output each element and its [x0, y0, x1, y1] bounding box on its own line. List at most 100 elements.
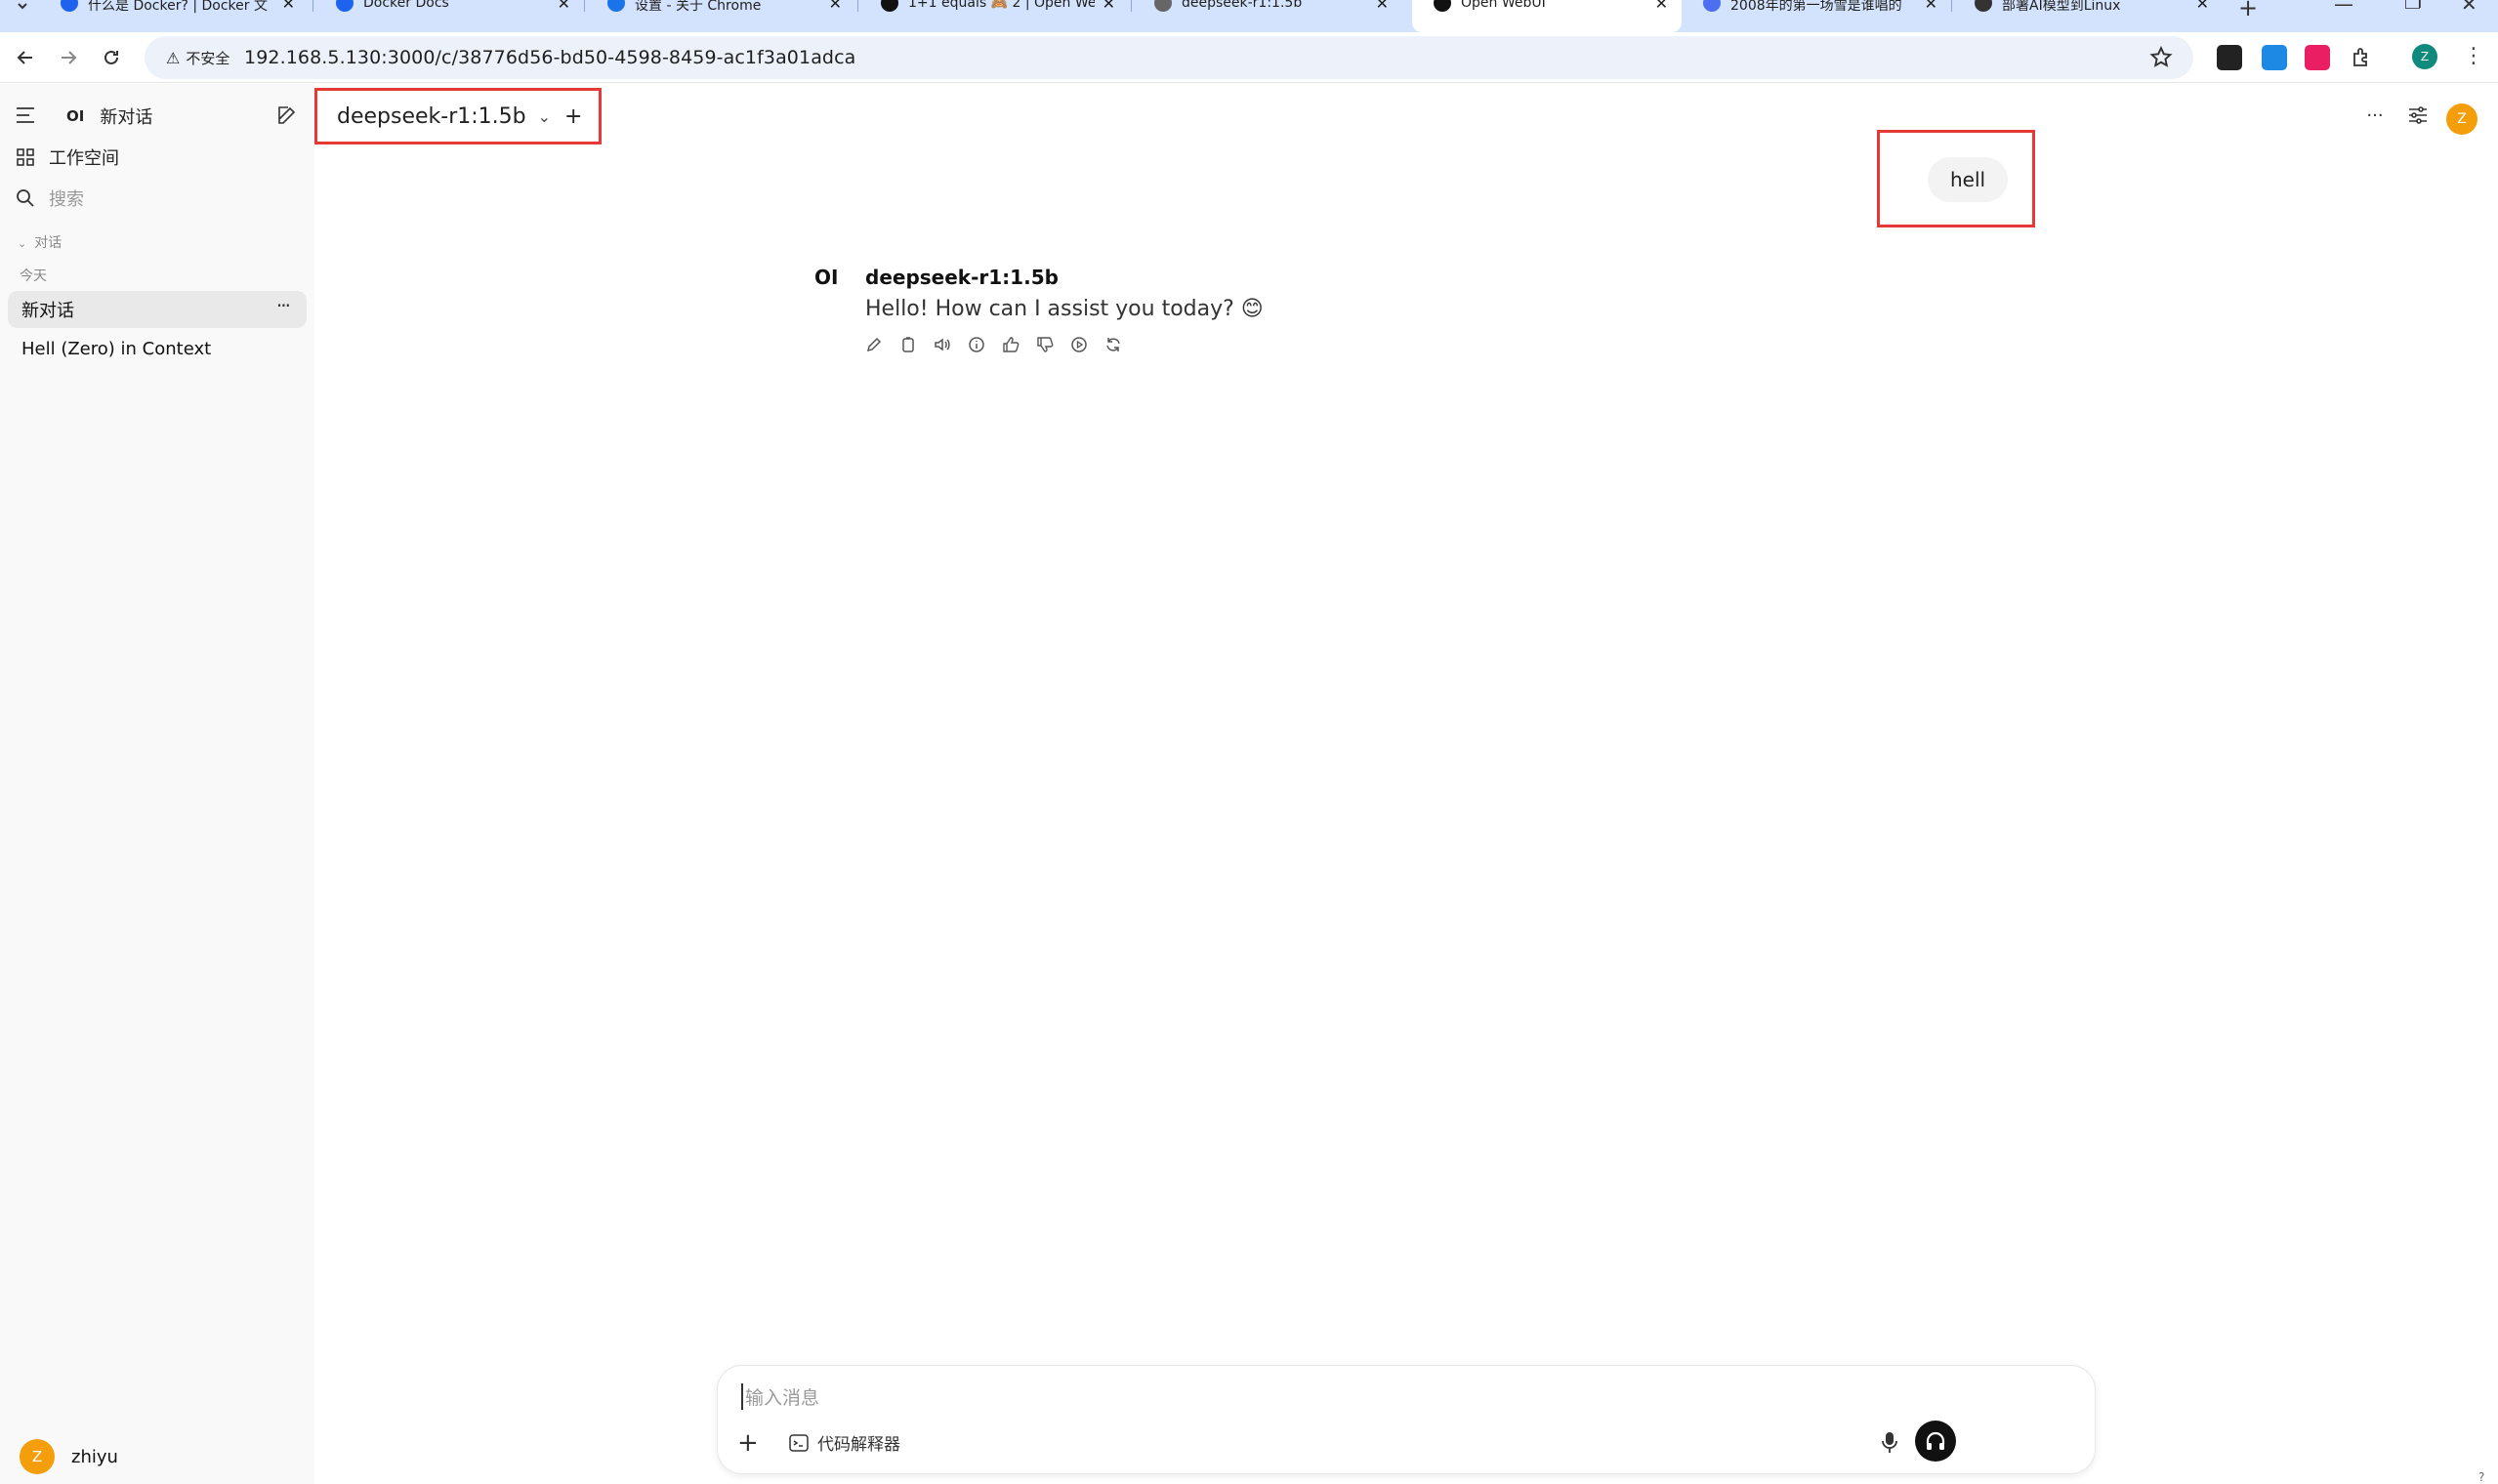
warning-triangle-icon: ⚠: [166, 48, 181, 67]
microphone-icon[interactable]: [1876, 1428, 1903, 1456]
tab-separator: [857, 0, 858, 12]
browser-tab[interactable]: 1+1 equals 🙈 2 | Open We ✕: [859, 0, 1129, 32]
browser-tab[interactable]: 2008年的第一场雪是谁唱的 ✕: [1682, 0, 1951, 32]
chevron-down-icon: ⌄: [537, 106, 552, 126]
chat-item-new[interactable]: 新对话 ···: [8, 291, 307, 328]
browser-tab[interactable]: Docker Docs ✕: [314, 0, 584, 32]
headphones-icon: [1926, 1431, 1945, 1450]
reload-button[interactable]: [98, 44, 125, 71]
search-placeholder: 搜索: [49, 189, 84, 210]
tab-search-button[interactable]: [6, 0, 39, 21]
tab-title: 什么是 Docker? | Docker 文: [88, 0, 268, 14]
address-bar[interactable]: ⚠ 不安全 192.168.5.130:3000/c/38776d56-bd50…: [145, 36, 2193, 79]
copy-icon[interactable]: [899, 332, 934, 357]
sidebar-workspace[interactable]: 工作空间: [16, 144, 119, 170]
user-name: zhiyu: [71, 1446, 118, 1467]
tab-close-icon[interactable]: ✕: [1655, 0, 1668, 13]
arrow-left-icon: [17, 51, 32, 64]
help-icon[interactable]: ?: [2478, 1470, 2484, 1484]
extension-icon-2[interactable]: [2262, 45, 2287, 70]
tab-close-icon[interactable]: ✕: [1925, 0, 1937, 13]
maximize-icon[interactable]: ❐: [2404, 0, 2422, 14]
browser-tab-strip: 什么是 Docker? | Docker 文 ✕ Docker Docs ✕ 设置 - …: [0, 0, 2498, 32]
tab-close-icon[interactable]: ✕: [1103, 0, 1115, 13]
chat-options-icon[interactable]: ···: [276, 294, 291, 317]
header-user-avatar[interactable]: Z: [2446, 103, 2477, 135]
new-tab-button[interactable]: +: [2238, 0, 2258, 21]
minimize-icon[interactable]: —: [2334, 0, 2353, 16]
browser-profile-avatar[interactable]: Z: [2412, 44, 2437, 69]
chat-item-hell[interactable]: Hell (Zero) in Context: [8, 330, 307, 367]
new-chat-pencil-icon[interactable]: [275, 103, 299, 127]
tab-title: 设置 - 关于 Chrome: [635, 0, 762, 14]
forward-button[interactable]: [55, 44, 82, 71]
message-actions: [865, 332, 1139, 357]
chevron-down-icon: ⌄: [18, 237, 27, 250]
browser-tab[interactable]: 部署AI模型到Linux ✕: [1953, 0, 2223, 32]
read-aloud-icon[interactable]: [934, 332, 968, 357]
assistant-logo: OI: [814, 266, 839, 289]
tab-close-icon[interactable]: ✕: [829, 0, 842, 13]
reload-icon: [104, 50, 118, 64]
tab-close-icon[interactable]: ✕: [282, 0, 295, 13]
tab-close-icon[interactable]: ✕: [558, 0, 570, 13]
browser-tab[interactable]: Open WebUI ✕: [1412, 0, 1682, 32]
extension-icon-3[interactable]: [2305, 45, 2330, 70]
user-message-bubble: hell: [1928, 157, 2009, 202]
chat-main: deepseek-r1:1.5b ⌄ + ··· Z hell OI deeps…: [314, 84, 2498, 1484]
assistant-name: deepseek-r1:1.5b: [865, 266, 1059, 289]
message-composer: 输入消息 + 代码解释器: [717, 1365, 2096, 1474]
grid-icon: [17, 148, 34, 166]
browser-tab[interactable]: deepseek-r1:1.5b ✕: [1133, 0, 1402, 32]
tab-title: 2008年的第一场雪是谁唱的: [1730, 0, 1902, 14]
extension-icon-1[interactable]: [2217, 45, 2242, 70]
tab-close-icon[interactable]: ✕: [1376, 0, 1389, 13]
browser-tab[interactable]: 什么是 Docker? | Docker 文 ✕: [39, 0, 309, 32]
add-model-button[interactable]: +: [564, 104, 582, 129]
open-webui-app: OI 新对话 工作空间 搜索 ⌄ 对话 今天 新对话 ··· Hell (Zero…: [0, 84, 2498, 1484]
sidebar-toggle-icon[interactable]: [16, 106, 35, 124]
browser-menu-icon[interactable]: ⋮: [2463, 44, 2484, 69]
tab-title: 1+1 equals 🙈 2 | Open We: [908, 0, 1095, 11]
controls-sliders-icon[interactable]: [2404, 102, 2432, 129]
edit-icon[interactable]: [865, 332, 899, 357]
arrow-right-icon: [62, 51, 77, 64]
sidebar-search[interactable]: 搜索: [16, 186, 84, 211]
attach-plus-button[interactable]: +: [737, 1428, 759, 1458]
bookmark-star-icon[interactable]: [2148, 45, 2174, 70]
tab-separator: [1131, 0, 1132, 12]
sidebar-toggle-row: OI 新对话: [16, 103, 152, 129]
chat-item-label: Hell (Zero) in Context: [21, 338, 212, 359]
site-security-chip[interactable]: ⚠ 不安全: [154, 43, 241, 72]
url-text[interactable]: 192.168.5.130:3000/c/38776d56-bd50-4598-…: [244, 47, 855, 68]
tab-favicon-icon: [1975, 0, 1992, 12]
tab-separator: [312, 0, 313, 12]
user-avatar: Z: [20, 1439, 55, 1474]
search-icon: [17, 189, 34, 207]
model-selector[interactable]: deepseek-r1:1.5b ⌄ +: [314, 88, 602, 144]
sidebar-user[interactable]: Z zhiyu: [20, 1439, 118, 1474]
tab-title: 部署AI模型到Linux: [2002, 0, 2121, 14]
info-icon[interactable]: [968, 332, 1002, 357]
browser-tab[interactable]: 设置 - 关于 Chrome ✕: [586, 0, 855, 32]
voice-mode-button[interactable]: [1915, 1421, 1956, 1462]
close-window-icon[interactable]: ✕: [2461, 0, 2477, 16]
tab-favicon-icon: [336, 0, 354, 12]
new-chat-link[interactable]: 新对话: [100, 103, 152, 129]
tab-favicon-icon: [881, 0, 898, 12]
extensions-puzzle-icon[interactable]: [2350, 45, 2375, 70]
thumbs-up-icon[interactable]: [1002, 332, 1036, 357]
code-interpreter-button[interactable]: 代码解释器: [788, 1430, 900, 1455]
tab-close-icon[interactable]: ✕: [2196, 0, 2209, 13]
regenerate-icon[interactable]: [1104, 332, 1139, 357]
assistant-message: Hello! How can I assist you today? 😊: [865, 297, 1264, 321]
chat-more-icon[interactable]: ···: [2361, 102, 2389, 129]
back-button[interactable]: [12, 44, 39, 71]
section-chats[interactable]: ⌄ 对话: [18, 232, 62, 252]
tab-title: deepseek-r1:1.5b: [1182, 0, 1303, 11]
tab-favicon-icon: [1434, 0, 1451, 12]
thumbs-down-icon[interactable]: [1036, 332, 1070, 357]
message-input[interactable]: 输入消息: [741, 1383, 819, 1410]
workspace-label: 工作空间: [49, 148, 119, 169]
play-circle-icon[interactable]: [1070, 332, 1104, 357]
